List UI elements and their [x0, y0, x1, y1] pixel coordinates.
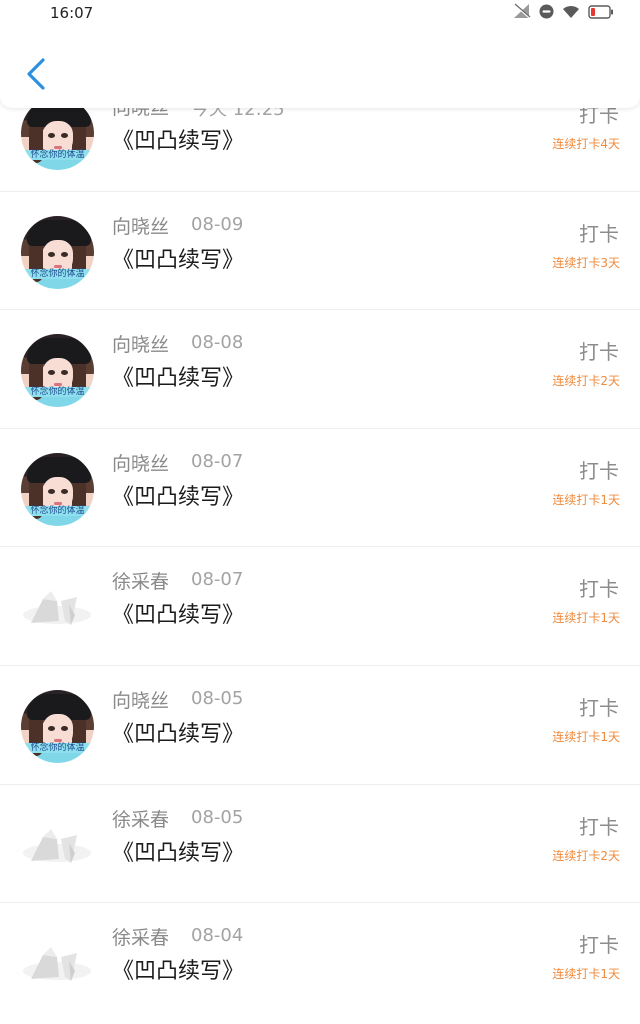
checkin-date: 08-05: [191, 687, 244, 709]
back-button[interactable]: [16, 52, 56, 96]
book-title: 《凹凸续写》: [112, 129, 245, 154]
list-item[interactable]: 怀念你的体温 向晓丝 08-05 《凹凸续写》 打卡 连续打卡1天: [0, 666, 640, 785]
avatar[interactable]: 怀念你的体温: [21, 452, 94, 526]
status-time: 16:07: [50, 4, 94, 22]
checkin-date: 08-07: [191, 569, 244, 591]
avatar[interactable]: 怀念你的体温: [21, 334, 94, 408]
user-name: 徐采春: [112, 571, 170, 594]
streak-badge: 连续打卡1天: [552, 492, 620, 507]
do-not-disturb-icon: [539, 4, 554, 23]
book-title: 《凹凸续写》: [112, 959, 245, 985]
avatar-placeholder[interactable]: [21, 808, 94, 882]
checkin-date: 08-05: [191, 806, 244, 828]
avatar-placeholder[interactable]: [21, 571, 94, 645]
user-name: 向晓丝: [112, 452, 170, 475]
avatar[interactable]: 怀念你的体温: [21, 689, 94, 763]
checkin-list: 怀念你的体温 向晓丝 今天 12:25 《凹凸续写》 打卡 连续打卡4天 怀念你…: [0, 73, 640, 1022]
avatar-caption: 怀念你的体温: [30, 387, 85, 398]
avatar-caption: 怀念你的体温: [30, 268, 85, 279]
book-title: 《凹凸续写》: [112, 366, 245, 392]
checkin-label: 打卡: [579, 814, 619, 839]
book-title: 《凹凸续写》: [112, 484, 245, 510]
user-name: 向晓丝: [112, 689, 170, 712]
checkin-date: 08-07: [191, 450, 244, 472]
checkin-label: 打卡: [579, 933, 619, 958]
user-name: 向晓丝: [112, 334, 170, 357]
checkin-label: 打卡: [579, 577, 619, 602]
checkin-date: 08-08: [191, 332, 244, 354]
status-bar: 16:07: [0, 0, 640, 26]
no-sim-icon: [513, 3, 531, 23]
list-item[interactable]: 怀念你的体温 向晓丝 08-08 《凹凸续写》 打卡 连续打卡2天: [0, 310, 640, 429]
wifi-icon: [562, 4, 580, 23]
checkin-label: 打卡: [579, 458, 619, 483]
streak-badge: 连续打卡1天: [552, 729, 620, 744]
book-title: 《凹凸续写》: [112, 840, 245, 866]
list-item[interactable]: 怀念你的体温 向晓丝 08-09 《凹凸续写》 打卡 连续打卡3天: [0, 192, 640, 311]
checkin-records-page: 怀念你的体温 向晓丝 今天 12:25 《凹凸续写》 打卡 连续打卡4天 怀念你…: [0, 0, 640, 1024]
list-item[interactable]: 徐采春 08-05 《凹凸续写》 打卡 连续打卡2天: [0, 785, 640, 904]
streak-badge: 连续打卡4天: [552, 137, 620, 151]
battery-low-icon: [588, 4, 614, 23]
list-item[interactable]: 徐采春 08-07 《凹凸续写》 打卡 连续打卡1天: [0, 547, 640, 666]
avatar[interactable]: 怀念你的体温: [21, 215, 94, 289]
streak-badge: 连续打卡1天: [552, 611, 620, 626]
image-placeholder-icon: [23, 828, 91, 863]
image-placeholder-icon: [23, 947, 91, 982]
user-name: 徐采春: [112, 808, 170, 831]
user-name: 徐采春: [112, 927, 170, 950]
streak-badge: 连续打卡3天: [552, 255, 620, 270]
avatar-caption: 怀念你的体温: [30, 150, 85, 160]
book-title: 《凹凸续写》: [112, 721, 245, 747]
checkin-label: 打卡: [579, 340, 619, 365]
streak-badge: 连续打卡1天: [552, 967, 620, 982]
user-name: 向晓丝: [112, 215, 170, 238]
checkin-label: 打卡: [579, 695, 619, 720]
chevron-left-icon: [27, 58, 45, 90]
book-title: 《凹凸续写》: [112, 603, 245, 629]
checkin-date: 08-09: [191, 213, 244, 235]
avatar-placeholder[interactable]: [21, 927, 94, 1001]
status-icons: [513, 3, 614, 23]
streak-badge: 连续打卡2天: [552, 374, 620, 389]
checkin-date: 08-04: [191, 925, 244, 947]
list-item[interactable]: 徐采春 08-04 《凹凸续写》 打卡 连续打卡1天: [0, 903, 640, 1022]
list-item[interactable]: 怀念你的体温 向晓丝 08-07 《凹凸续写》 打卡 连续打卡1天: [0, 429, 640, 548]
avatar-caption: 怀念你的体温: [30, 742, 85, 753]
image-placeholder-icon: [23, 591, 91, 626]
streak-badge: 连续打卡2天: [552, 848, 620, 863]
checkin-label: 打卡: [579, 221, 619, 246]
book-title: 《凹凸续写》: [112, 247, 245, 273]
avatar-caption: 怀念你的体温: [30, 505, 85, 516]
